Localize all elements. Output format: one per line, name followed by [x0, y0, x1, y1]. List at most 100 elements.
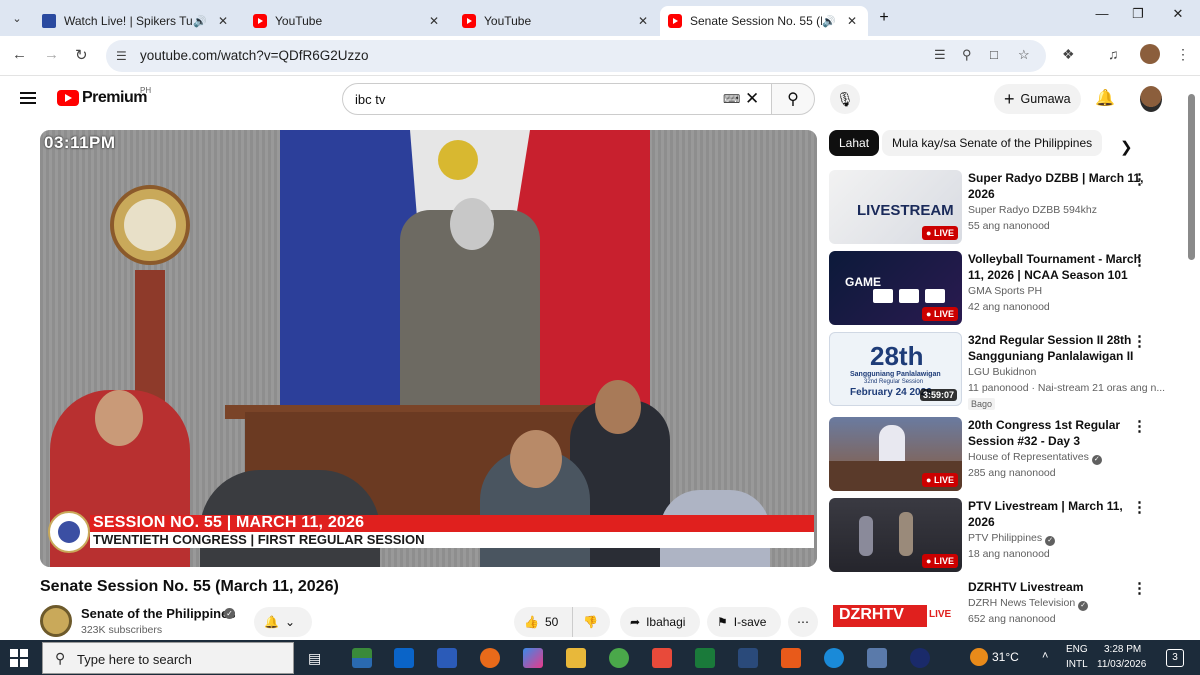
video-thumbnail[interactable]: 28th Sangguniang Panlalawigan 32nd Regul… [829, 332, 962, 406]
task-view-icon[interactable]: ▤ [308, 650, 321, 667]
chevron-up-icon[interactable]: ˄ [1042, 650, 1048, 662]
zoom-icon[interactable]: ⚲ [962, 47, 972, 63]
bookmark-star-icon[interactable]: ☆ [1018, 47, 1030, 63]
youtube-logo-icon[interactable] [57, 90, 79, 106]
page-scrollbar[interactable] [1186, 88, 1196, 636]
excel-icon[interactable] [695, 648, 715, 668]
reload-icon[interactable]: ↻ [75, 46, 88, 64]
taskbar-search[interactable]: ⚲ Type here to search [42, 642, 294, 674]
clock-time[interactable]: 3:28 PM [1104, 644, 1141, 655]
new-tab-icon[interactable]: + [873, 8, 895, 28]
language-indicator[interactable]: ENG [1066, 644, 1088, 655]
tab-search-chevron-icon[interactable]: ⌄ [6, 8, 28, 28]
menu-kebab-icon[interactable]: ⋮ [1176, 46, 1190, 63]
extensions-icon[interactable]: ❖ [1062, 46, 1075, 63]
chip-all[interactable]: Lahat [829, 130, 880, 156]
video-thumbnail[interactable]: LIVESTREAM ● LIVE [829, 170, 962, 244]
share-button[interactable]: ➦ Ibahagi [620, 607, 700, 637]
word-icon[interactable] [437, 648, 457, 668]
install-app-icon[interactable]: □ [990, 47, 998, 62]
keyboard-layout-indicator[interactable]: INTL [1066, 659, 1088, 670]
youtube-premium-logo-text[interactable]: Premium [82, 89, 147, 107]
app-icon[interactable] [652, 648, 672, 668]
media-control-icon[interactable]: ♫ [1108, 46, 1119, 62]
scrollbar-thumb[interactable] [1188, 94, 1195, 260]
url-text[interactable]: youtube.com/watch?v=QDfR6G2Uzzo [140, 48, 368, 63]
video-thumbnail[interactable]: ● LIVE [829, 498, 962, 572]
recommendation-title[interactable]: 20th Congress 1st Regular Session #32 - D… [968, 417, 1148, 449]
recommendation-item[interactable]: DZRHTV LIVE DZRHTV Livestream DZRH News … [829, 579, 1174, 636]
chrome-icon[interactable] [609, 648, 629, 668]
outlook-icon[interactable] [394, 648, 414, 668]
app-icon[interactable] [867, 648, 887, 668]
firefox-icon[interactable] [480, 648, 500, 668]
recommendation-channel[interactable]: GMA Sports PH [968, 285, 1168, 297]
recommendation-channel[interactable]: Super Radyo DZBB 594khz [968, 204, 1168, 216]
more-vertical-icon[interactable]: ⋮ [1132, 332, 1147, 350]
more-vertical-icon[interactable]: ⋮ [1132, 498, 1147, 516]
more-vertical-icon[interactable]: ⋮ [1132, 170, 1147, 188]
recommendation-item[interactable]: 28th Sangguniang Panlalawigan 32nd Regul… [829, 332, 1174, 410]
search-box[interactable]: ibc tv ⌨ ✕ [342, 83, 772, 115]
close-tab-icon[interactable]: ✕ [426, 13, 442, 29]
more-vertical-icon[interactable]: ⋮ [1132, 417, 1147, 435]
dislike-button[interactable]: 👎 [572, 607, 610, 637]
tab-spikers-turf[interactable]: Watch Live! | Spikers Turf 🔊 ✕ [34, 6, 239, 36]
restore-icon[interactable]: ❐ [1118, 6, 1158, 22]
weather-temperature[interactable]: 31°C [992, 650, 1019, 664]
app-icon[interactable] [910, 648, 930, 668]
recommendation-title[interactable]: PTV Livestream | March 11, 2026 [968, 498, 1148, 530]
chip-from-channel[interactable]: Mula kay/sa Senate of the Philippines [882, 130, 1103, 156]
microsoft-store-icon[interactable] [352, 648, 372, 668]
more-vertical-icon[interactable]: ⋮ [1132, 579, 1147, 597]
file-explorer-icon[interactable] [566, 648, 586, 668]
close-tab-icon[interactable]: ✕ [635, 13, 651, 29]
notifications-bell-icon[interactable]: 🔔 [1095, 88, 1115, 108]
close-tab-icon[interactable]: ✕ [215, 13, 231, 29]
recommendation-channel[interactable]: LGU Bukidnon [968, 366, 1168, 378]
search-button[interactable]: ⚲ [771, 83, 815, 115]
recommendation-item[interactable]: GAME ● LIVE Volleyball Tournament - Marc… [829, 251, 1174, 327]
create-button[interactable]: + Gumawa [994, 84, 1081, 114]
recommendation-channel[interactable]: House of Representatives ✓ [968, 451, 1168, 465]
account-avatar[interactable] [1140, 86, 1162, 112]
taskbar-search-input[interactable]: Type here to search [77, 652, 192, 667]
copilot-icon[interactable] [523, 648, 543, 668]
clear-search-icon[interactable]: ✕ [745, 89, 759, 109]
site-info-icon[interactable]: ☰ [116, 49, 127, 63]
search-input[interactable]: ibc tv [355, 92, 385, 107]
subscription-bell-button[interactable]: 🔔 ⌄ [254, 607, 312, 637]
video-thumbnail[interactable]: ● LIVE [829, 417, 962, 491]
close-tab-icon[interactable]: ✕ [844, 13, 860, 29]
video-thumbnail[interactable]: GAME ● LIVE [829, 251, 962, 325]
more-actions-button[interactable]: ⋯ [788, 607, 818, 637]
close-window-icon[interactable]: ✕ [1158, 6, 1198, 22]
profile-avatar[interactable] [1140, 44, 1160, 64]
minimize-icon[interactable]: — [1082, 6, 1122, 21]
windows-start-icon[interactable] [10, 649, 28, 667]
chevron-right-icon[interactable]: ❯ [1120, 138, 1133, 156]
video-thumbnail[interactable]: DZRHTV LIVE [829, 579, 962, 636]
edge-icon[interactable] [824, 648, 844, 668]
recommendation-title[interactable]: Super Radyo DZBB | March 11, 2026 [968, 170, 1148, 202]
clock-date[interactable]: 11/03/2026 [1097, 659, 1146, 670]
like-button[interactable]: 👍 50 [514, 607, 572, 637]
weather-icon[interactable] [970, 648, 988, 666]
recommendation-title[interactable]: Volleyball Tournament - March 11, 2026 | … [968, 251, 1148, 283]
recommendation-item[interactable]: ● LIVE 20th Congress 1st Regular Session … [829, 417, 1174, 493]
translate-icon[interactable]: ☰ [934, 47, 946, 63]
tab-youtube-2[interactable]: YouTube ✕ [454, 6, 659, 36]
channel-avatar[interactable] [40, 605, 72, 637]
voice-search-button[interactable]: 🎙 [830, 84, 860, 114]
recommendation-item[interactable]: LIVESTREAM ● LIVE Super Radyo DZBB | Mar… [829, 170, 1174, 246]
brave-icon[interactable] [781, 648, 801, 668]
channel-name[interactable]: Senate of the Philippines [81, 606, 236, 621]
recommendation-channel[interactable]: PTV Philippines ✓ [968, 532, 1168, 546]
hamburger-menu-icon[interactable] [20, 92, 36, 104]
recommendation-title[interactable]: DZRHTV Livestream [968, 579, 1148, 595]
video-player[interactable]: 03:11PM SESSION NO. 55 | MARCH 11, 2026 … [40, 130, 817, 567]
save-button[interactable]: ⚑ I-save [707, 607, 781, 637]
recommendation-channel[interactable]: DZRH News Television ✓ [968, 597, 1168, 611]
recommendation-item[interactable]: ● LIVE PTV Livestream | March 11, 2026 PT… [829, 498, 1174, 574]
speaker-icon[interactable]: 🔊 [822, 15, 836, 28]
